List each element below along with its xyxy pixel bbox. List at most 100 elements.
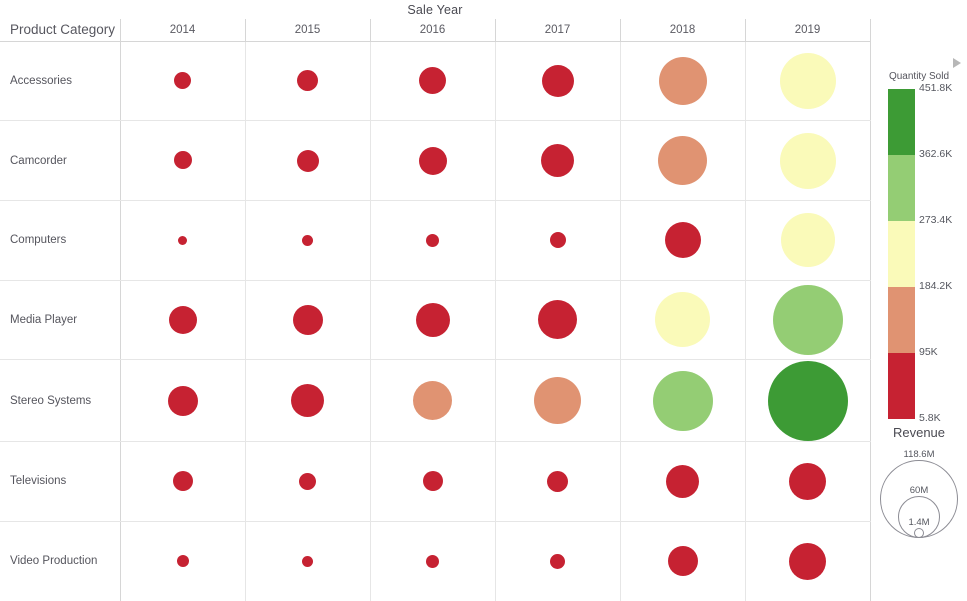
bubble-marker[interactable] [422, 471, 443, 492]
bubble-marker[interactable] [291, 384, 324, 418]
matrix-cell [245, 200, 371, 281]
bubble-marker[interactable] [541, 64, 574, 97]
column-header-2014[interactable]: 2014 [120, 19, 246, 42]
bubble-marker[interactable] [549, 232, 566, 249]
matrix-cell [245, 521, 371, 601]
bubble-marker[interactable] [655, 292, 710, 348]
row-label-televisions[interactable]: Televisions [0, 441, 121, 522]
color-legend-band[interactable] [888, 287, 915, 353]
matrix-cell [370, 120, 496, 201]
bubble-marker[interactable] [652, 370, 713, 431]
column-header-2016[interactable]: 2016 [370, 19, 496, 42]
matrix-cell [745, 120, 871, 201]
row-label-accessories[interactable]: Accessories [0, 41, 121, 122]
matrix-cell [745, 41, 871, 122]
bubble-marker[interactable] [779, 132, 836, 189]
bubble-marker[interactable] [296, 149, 319, 172]
bubble-marker[interactable] [789, 542, 826, 580]
color-legend-tick: 451.8K [919, 82, 953, 94]
matrix-cell [370, 280, 496, 361]
chart-title: Sale Year [407, 3, 463, 17]
matrix-cell [245, 359, 371, 443]
matrix-row: Media Player [0, 280, 871, 361]
bubble-marker[interactable] [658, 136, 707, 186]
color-legend-tick: 362.6K [919, 148, 953, 160]
row-label-computers[interactable]: Computers [0, 200, 121, 281]
legend-panel: Quantity Sold Revenue 118.6M 60M 1.4M 451.… [871, 0, 967, 601]
bubble-marker[interactable] [779, 52, 836, 109]
color-legend-band[interactable] [888, 89, 915, 155]
bubble-marker[interactable] [292, 304, 323, 335]
bubble-marker[interactable] [658, 56, 707, 105]
bubble-marker[interactable] [666, 464, 699, 498]
matrix-cell [370, 441, 496, 522]
matrix-row: Stereo Systems [0, 359, 871, 443]
bubble-marker[interactable] [173, 151, 192, 170]
size-legend-ring [914, 528, 924, 538]
bubble-marker[interactable] [772, 284, 843, 355]
matrix-cell [620, 359, 746, 443]
column-header-2015[interactable]: 2015 [245, 19, 371, 42]
bubble-marker[interactable] [415, 302, 450, 337]
bubble-marker[interactable] [176, 555, 189, 568]
bubble-marker[interactable] [426, 554, 439, 568]
bubble-marker[interactable] [167, 385, 198, 416]
color-legend-tick: 5.8K [919, 412, 941, 424]
matrix-cell [620, 280, 746, 361]
bubble-marker[interactable] [418, 146, 447, 175]
color-legend-bar [888, 89, 915, 419]
collapse-arrow-icon[interactable] [953, 58, 961, 68]
bubble-marker[interactable] [767, 360, 848, 441]
matrix-cell [120, 200, 246, 281]
row-label-media-player[interactable]: Media Player [0, 280, 121, 361]
bubble-marker[interactable] [780, 213, 835, 268]
bubble-marker[interactable] [299, 472, 316, 490]
bubble-marker[interactable] [534, 377, 581, 425]
matrix-cell [745, 280, 871, 361]
color-legend-tick: 273.4K [919, 214, 953, 226]
bubble-marker[interactable] [547, 470, 568, 492]
bubble-marker[interactable] [168, 305, 197, 334]
color-legend-band[interactable] [888, 353, 915, 419]
matrix-cell [495, 359, 621, 443]
matrix-cell [370, 41, 496, 122]
bubble-marker[interactable] [297, 70, 318, 92]
row-label-camcorder[interactable]: Camcorder [0, 120, 121, 201]
matrix-header-row: Product Category 2014 2015 2016 2017 2018 2019 [0, 19, 871, 42]
matrix-cell [745, 521, 871, 601]
matrix-cell [495, 441, 621, 522]
bubble-marker[interactable] [178, 235, 187, 245]
bubble-marker[interactable] [174, 72, 191, 90]
bubble-marker[interactable] [550, 553, 565, 569]
matrix-cell [620, 521, 746, 601]
matrix-cell [120, 359, 246, 443]
size-legend-label: 60M [909, 485, 929, 496]
size-legend-label: 1.4M [908, 517, 930, 528]
matrix-cell [370, 200, 496, 281]
bubble-marker[interactable] [302, 234, 313, 246]
bubble-marker[interactable] [302, 555, 313, 567]
column-header-2017[interactable]: 2017 [495, 19, 621, 42]
matrix-cell [245, 120, 371, 201]
row-label-video-production[interactable]: Video Production [0, 521, 121, 601]
column-header-2018[interactable]: 2018 [620, 19, 746, 42]
bubble-marker[interactable] [413, 381, 452, 421]
bubble-marker[interactable] [664, 222, 701, 259]
matrix-cell [120, 41, 246, 122]
row-label-stereo-systems[interactable]: Stereo Systems [0, 359, 121, 443]
bubble-marker[interactable] [426, 233, 439, 247]
matrix-cell [120, 280, 246, 361]
color-legend-band[interactable] [888, 221, 915, 287]
bubble-marker[interactable] [541, 144, 574, 178]
column-header-2019[interactable]: 2019 [745, 19, 871, 42]
bubble-marker[interactable] [538, 300, 577, 340]
bubble-marker[interactable] [789, 462, 826, 500]
matrix-row: Accessories [0, 41, 871, 122]
matrix-cell [495, 280, 621, 361]
bubble-marker[interactable] [419, 67, 446, 95]
matrix-cell [120, 441, 246, 522]
bubble-marker[interactable] [667, 546, 698, 577]
color-legend-band[interactable] [888, 155, 915, 221]
matrix-cell [620, 200, 746, 281]
bubble-marker[interactable] [172, 471, 193, 492]
